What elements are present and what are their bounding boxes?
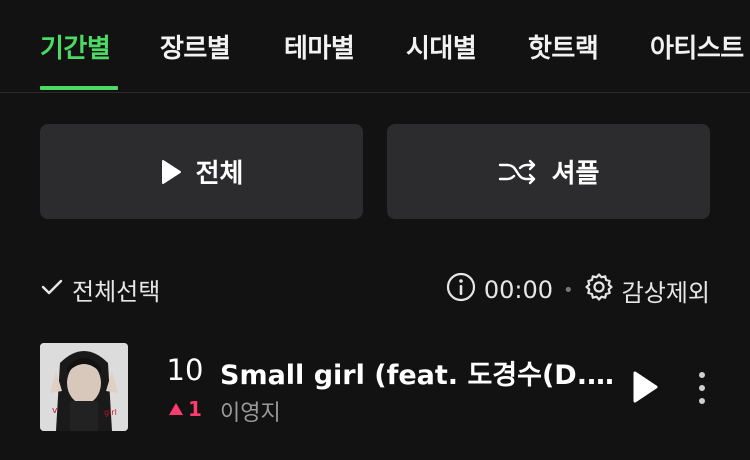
- album-art: v girl: [40, 343, 128, 431]
- rank-up-icon: [168, 397, 184, 421]
- track-title[interactable]: Small girl (feat. 도경수(D.O.)): [220, 353, 615, 392]
- shuffle-icon: [498, 159, 538, 185]
- shuffle-button[interactable]: 셔플: [387, 124, 710, 219]
- track-play-button[interactable]: [630, 369, 660, 405]
- play-icon: [160, 159, 182, 185]
- tab-hottrack[interactable]: 핫트랙: [528, 28, 599, 65]
- svg-text:v: v: [52, 406, 58, 416]
- gear-icon[interactable]: [584, 272, 614, 308]
- right-tools: 00:00 • 감상제외: [446, 272, 710, 308]
- rank-change: 1: [150, 397, 220, 421]
- exclude-label[interactable]: 감상제외: [622, 273, 710, 308]
- selection-toolbar: 전체선택 00:00 • 감상제외: [40, 272, 710, 312]
- play-all-label: 전체: [195, 159, 244, 189]
- track-artist[interactable]: 이영지: [220, 395, 281, 427]
- tab-period[interactable]: 기간별: [40, 28, 111, 65]
- tab-theme[interactable]: 테마별: [284, 28, 355, 65]
- chart-rank: 10: [166, 353, 204, 387]
- listen-time: 00:00: [483, 276, 554, 304]
- select-all-label: 전체선택: [72, 278, 161, 306]
- separator-dot: •: [563, 279, 574, 301]
- active-tab-indicator: [40, 86, 118, 90]
- info-icon[interactable]: [446, 272, 476, 308]
- shuffle-label: 셔플: [551, 159, 600, 189]
- category-tabs: 기간별 장르별 테마별 시대별 핫트랙 아티스트: [0, 0, 750, 93]
- tab-artist[interactable]: 아티스트: [650, 28, 744, 65]
- tab-era[interactable]: 시대별: [406, 28, 477, 65]
- play-all-button[interactable]: 전체: [40, 124, 363, 219]
- rank-change-value: 1: [188, 397, 202, 421]
- tab-genre[interactable]: 장르별: [160, 28, 231, 65]
- check-icon: [40, 276, 64, 304]
- more-options-icon[interactable]: [695, 371, 709, 405]
- svg-text:girl: girl: [104, 408, 117, 417]
- select-all-toggle[interactable]: 전체선택: [40, 272, 160, 307]
- chart-track-row[interactable]: v girl 10 1 Small girl (feat. 도경수(D.O.))…: [40, 343, 710, 431]
